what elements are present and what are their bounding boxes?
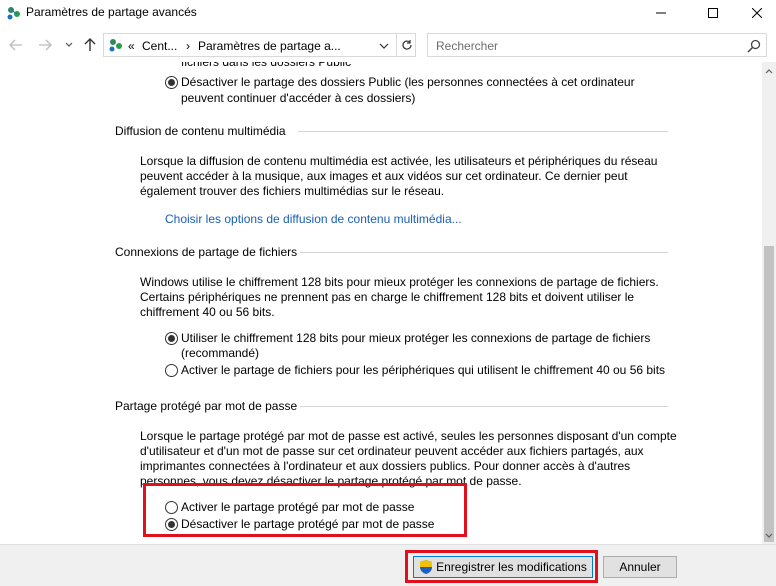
search-icon[interactable] — [746, 38, 762, 54]
window-title: Paramètres de partage avancés — [26, 5, 197, 19]
breadcrumb-item-center[interactable]: Cent... — [142, 39, 177, 53]
refresh-button[interactable] — [396, 34, 416, 56]
chevron-up-icon — [765, 68, 773, 73]
arrow-right-icon — [39, 39, 52, 51]
radio-public-off-label-2[interactable]: peuvent continuer d'accéder à ces dossie… — [181, 91, 415, 106]
address-bar[interactable]: « Cent... › Paramètres de partage a... — [103, 33, 416, 57]
section-title-media: Diffusion de contenu multimédia — [115, 124, 286, 138]
refresh-icon — [401, 40, 412, 50]
forward-button[interactable] — [36, 36, 54, 54]
scroll-up-button[interactable] — [762, 64, 776, 78]
radio-encryption-40-56-label[interactable]: Activer le partage de fichiers pour les … — [181, 363, 665, 378]
fileconn-desc-2: Certains périphériques ne prennent pas e… — [140, 290, 635, 304]
radio-encryption-40-56[interactable] — [165, 364, 178, 377]
chevron-down-icon — [765, 533, 773, 538]
media-desc-1: Lorsque la diffusion de contenu multiméd… — [140, 154, 658, 168]
radio-encryption-128-label-1[interactable]: Utiliser le chiffrement 128 bits pour mi… — [181, 331, 650, 346]
network-share-icon — [109, 39, 122, 52]
divider — [300, 406, 668, 407]
minimize-icon — [656, 12, 666, 14]
highlight-box-save — [405, 550, 598, 583]
radio-public-off[interactable] — [165, 76, 178, 89]
maximize-button[interactable] — [690, 0, 736, 26]
network-share-icon — [7, 7, 20, 20]
search-box[interactable]: Rechercher — [427, 33, 767, 57]
minimize-button[interactable] — [638, 0, 684, 26]
settings-content: fichiers dans les dossiers Public Désact… — [0, 62, 762, 544]
breadcrumb-overflow[interactable]: « — [128, 39, 135, 53]
action-bar: Enregistrer les modifications Annuler — [0, 544, 776, 586]
media-desc-2: peuvent accéder à la musique, aux images… — [140, 169, 628, 183]
vertical-scrollbar[interactable] — [762, 62, 776, 544]
up-button[interactable] — [81, 36, 99, 54]
radio-encryption-128[interactable] — [165, 332, 178, 345]
recent-locations-button[interactable] — [60, 36, 78, 54]
fileconn-desc-1: Windows utilise le chiffrement 128 bits … — [140, 275, 659, 289]
password-desc-2: d'utilisateur et d'un mot de passe sur c… — [140, 444, 644, 458]
fileconn-desc-3: chiffrement 40 ou 56 bits. — [140, 305, 275, 319]
chevron-down-icon — [379, 43, 389, 49]
cancel-button[interactable]: Annuler — [603, 556, 677, 578]
highlight-box-password — [143, 483, 467, 537]
back-button[interactable] — [7, 36, 25, 54]
radio-public-off-label-1[interactable]: Désactiver le partage des dossiers Publi… — [181, 75, 635, 90]
media-desc-3: également trouver des fichiers multimédi… — [140, 184, 445, 198]
chevron-down-icon — [65, 42, 73, 47]
arrow-left-icon — [9, 39, 22, 51]
maximize-icon — [708, 8, 718, 18]
scrollbar-thumb[interactable] — [764, 246, 774, 542]
breadcrumb-item-current[interactable]: Paramètres de partage a... — [198, 39, 341, 53]
close-icon — [752, 8, 762, 18]
title-bar: Paramètres de partage avancés — [0, 0, 776, 26]
radio-encryption-128-label-2[interactable]: (recommandé) — [181, 346, 259, 361]
section-title-file-connections: Connexions de partage de fichiers — [115, 245, 298, 259]
scroll-down-button[interactable] — [762, 528, 776, 542]
arrow-up-icon — [84, 38, 96, 51]
divider — [298, 131, 668, 132]
chevron-right-icon: › — [186, 39, 190, 53]
password-desc-3: imprimantes connectées à l'ordinateur et… — [140, 459, 631, 473]
cut-off-text: fichiers dans les dossiers Public — [181, 62, 352, 69]
divider — [300, 252, 668, 253]
section-title-password: Partage protégé par mot de passe — [115, 399, 298, 413]
search-input[interactable]: Rechercher — [436, 39, 498, 53]
navigation-bar: « Cent... › Paramètres de partage a... R… — [0, 30, 776, 60]
media-options-link[interactable]: Choisir les options de diffusion de cont… — [165, 212, 462, 226]
password-desc-1: Lorsque le partage protégé par mot de pa… — [140, 429, 677, 443]
close-button[interactable] — [734, 0, 776, 26]
address-dropdown-button[interactable] — [376, 38, 392, 54]
